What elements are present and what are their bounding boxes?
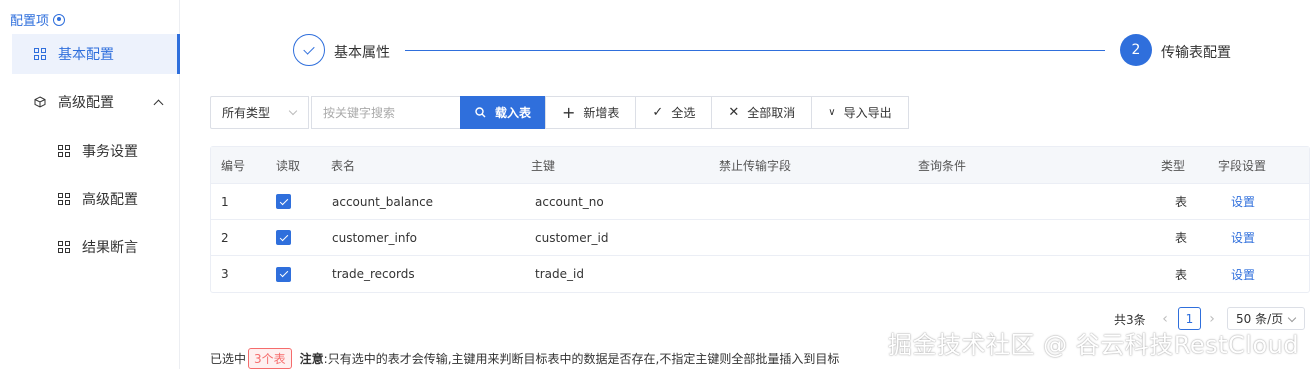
row-number: 1: [221, 194, 229, 209]
close-icon: ✕: [728, 105, 740, 120]
sidebar-item-transaction[interactable]: 事务设置: [12, 131, 180, 171]
note-label: 注意: [299, 352, 324, 366]
selected-prefix: 已选中: [210, 352, 247, 366]
col-header: 字段设置: [1218, 158, 1267, 173]
select-all-label: 全选: [671, 106, 696, 120]
step-2-active[interactable]: 2: [1120, 34, 1152, 66]
toolbar: 所有类型 按关键字搜索 载入表 + 新增表 ✓ 全选 ✕ 全部取消 ∨ 导入导出: [210, 96, 909, 129]
search-icon: [475, 107, 486, 118]
grid-icon: [58, 193, 70, 205]
sidebar-item-advanced-sub[interactable]: 高级配置: [12, 179, 180, 219]
watermark: 掘金技术社区 @ 谷云科技RestCloud: [888, 331, 1300, 359]
sidebar-item-basic-config[interactable]: 基本配置: [12, 34, 180, 74]
table-row: 3 trade_records trade_id 表 设置: [211, 256, 1309, 292]
sidebar-item-label: 高级配置: [58, 95, 114, 111]
tables-table: 编号 读取 表名 主键 禁止传输字段 查询条件 类型 字段设置 1 accoun…: [210, 146, 1310, 293]
table-name: customer_info: [332, 230, 418, 245]
table-name: trade_records: [332, 267, 415, 281]
sidebar-item-label: 高级配置: [82, 192, 138, 208]
field-settings-link[interactable]: 设置: [1231, 256, 1255, 292]
selected-count-badge: 3个表: [248, 348, 292, 369]
select-all-button[interactable]: ✓ 全选: [635, 96, 713, 129]
step-1-label: 基本属性: [334, 45, 390, 61]
col-header: 表名: [331, 158, 356, 173]
chevron-down-icon: [288, 106, 298, 116]
sidebar-item-label: 事务设置: [82, 144, 138, 160]
search-input[interactable]: 按关键字搜索: [311, 96, 461, 129]
cancel-all-button[interactable]: ✕ 全部取消: [711, 96, 813, 129]
note-text: :只有选中的表才会传输,主键用来判断目标表中的数据是否存在,不指定主键则全部批量…: [323, 352, 840, 366]
row-number: 2: [221, 230, 229, 245]
col-header: 读取: [276, 158, 301, 173]
read-checkbox[interactable]: [276, 220, 291, 255]
primary-key: trade_id: [535, 267, 584, 281]
field-settings-link[interactable]: 设置: [1231, 220, 1255, 255]
sidebar-item-label: 结果断言: [82, 240, 138, 256]
table-name: account_balance: [332, 194, 434, 209]
table-type: 表: [1175, 267, 1188, 282]
chevron-down-icon: [1287, 313, 1297, 323]
col-header: 查询条件: [918, 158, 967, 173]
row-number: 3: [221, 267, 229, 281]
load-table-button[interactable]: 载入表: [460, 96, 546, 129]
step-connector: [405, 50, 1105, 51]
col-header: 禁止传输字段: [719, 158, 792, 173]
col-header: 主键: [531, 158, 556, 173]
table-header: 编号 读取 表名 主键 禁止传输字段 查询条件 类型 字段设置: [211, 147, 1309, 184]
chevron-up-icon[interactable]: [153, 99, 164, 109]
primary-key: customer_id: [535, 230, 609, 245]
read-checkbox[interactable]: [276, 256, 291, 292]
selection-footer: 已选中 3个表 注意 :只有选中的表才会传输,主键用来判断目标表中的数据是否存在…: [210, 348, 839, 369]
primary-key: account_no: [535, 194, 604, 209]
sidebar: 配置项 基本配置 高级配置 事务设置 高级配置 结果断言: [0, 0, 180, 369]
col-header: 编号: [221, 158, 246, 173]
sidebar-title: 配置项: [10, 14, 50, 29]
grid-icon: [58, 145, 70, 157]
add-table-label: 新增表: [583, 106, 620, 120]
check-icon: ✓: [652, 105, 664, 120]
grid-icon: [58, 241, 70, 253]
step-1-done[interactable]: [293, 34, 325, 66]
step-2-label: 传输表配置: [1161, 45, 1231, 61]
type-select-value: 所有类型: [222, 106, 271, 120]
import-export-label: 导入导出: [843, 106, 892, 120]
chevron-down-icon: ∨: [828, 107, 836, 118]
sidebar-header: 配置项: [10, 10, 66, 29]
table-type: 表: [1175, 195, 1188, 209]
check-icon: [303, 42, 315, 55]
sidebar-item-assertion[interactable]: 结果断言: [12, 227, 180, 267]
import-export-button[interactable]: ∨ 导入导出: [811, 96, 909, 129]
cancel-all-label: 全部取消: [747, 106, 796, 120]
sidebar-item-advanced-config[interactable]: 高级配置: [12, 82, 180, 122]
grid-icon: [34, 48, 46, 60]
settings-icon[interactable]: [53, 13, 66, 26]
load-table-label: 载入表: [494, 106, 531, 120]
col-header: 类型: [1161, 158, 1186, 173]
cube-icon: [34, 96, 46, 108]
table-row: 1 account_balance account_no 表 设置: [211, 184, 1309, 220]
plus-icon: +: [562, 103, 576, 122]
table-type: 表: [1175, 231, 1188, 245]
read-checkbox[interactable]: [276, 184, 291, 219]
type-select[interactable]: 所有类型: [210, 96, 309, 129]
add-table-button[interactable]: + 新增表: [545, 96, 637, 129]
field-settings-link[interactable]: 设置: [1231, 184, 1255, 219]
search-placeholder: 按关键字搜索: [323, 106, 396, 120]
sidebar-item-label: 基本配置: [58, 47, 114, 63]
table-row: 2 customer_info customer_id 表 设置: [211, 220, 1309, 256]
